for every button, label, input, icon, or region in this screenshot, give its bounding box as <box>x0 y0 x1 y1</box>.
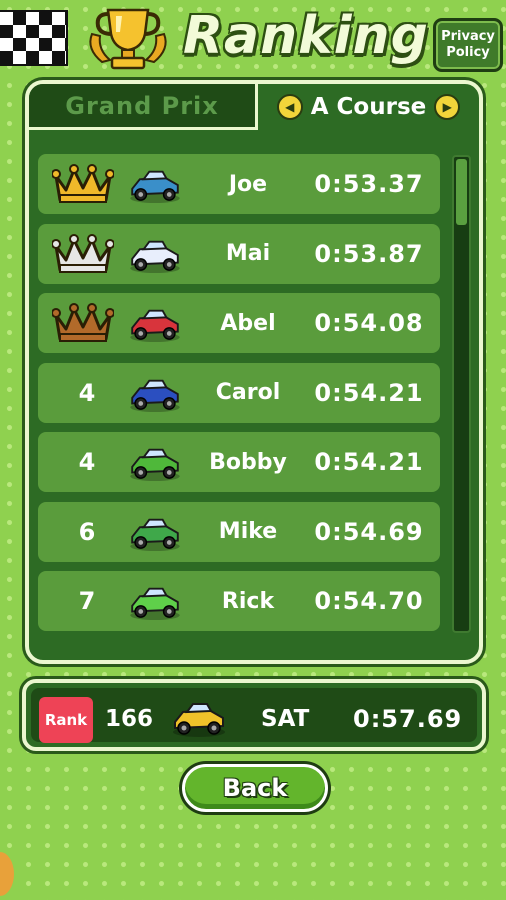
back-button[interactable]: Back <box>182 764 328 812</box>
rank-number: 6 <box>78 517 96 546</box>
privacy-label-line1: Privacy <box>441 29 495 44</box>
yellow-buggy-icon <box>173 703 225 737</box>
corner-button[interactable] <box>0 852 14 896</box>
green-buggy-icon <box>130 518 180 551</box>
privacy-label-line2: Policy <box>446 45 490 60</box>
green-racer-icon <box>130 587 180 621</box>
race-time: 0:54.08 <box>314 309 424 337</box>
green-buggy-icon <box>130 448 180 482</box>
racer-name: Mai <box>225 241 271 266</box>
scrollbar-thumb[interactable] <box>456 159 467 225</box>
ranking-row: 4 Bobby 0:54.21 <box>38 432 440 492</box>
rank-number: 4 <box>78 378 96 407</box>
ranking-panel: Grand Prix ◀ A Course ▶ Joe 0:53.37 Mai 0:5… <box>25 80 483 664</box>
tab-course[interactable]: ◀ A Course ▶ <box>258 84 479 130</box>
racer-name: Mike <box>218 519 278 544</box>
player-name: SAT <box>261 706 310 732</box>
racer-name: Bobby <box>209 449 287 475</box>
rank-number: 4 <box>78 448 96 476</box>
race-time: 0:53.87 <box>314 239 424 268</box>
silver-crown-icon <box>51 232 115 276</box>
race-time: 0:53.37 <box>314 170 424 198</box>
course-label: A Course <box>310 94 427 120</box>
ranking-row: 7 Rick 0:54.70 <box>38 571 440 631</box>
race-time: 0:54.21 <box>314 378 424 407</box>
player-rank-panel: Rank 166 SAT 0:57.69 <box>22 679 486 751</box>
bronze-crown-icon <box>51 301 115 345</box>
gold-crown-icon <box>51 162 115 206</box>
racer-name: Carol <box>215 380 281 405</box>
racer-name: Abel <box>220 310 276 336</box>
ranking-row: 4 Carol 0:54.21 <box>38 362 440 423</box>
blue-sports-car-icon <box>130 379 180 412</box>
ranking-row: 6 Mike 0:54.69 <box>38 501 440 562</box>
player-time: 0:57.69 <box>353 705 463 733</box>
privacy-policy-button[interactable]: Privacy Policy <box>433 18 503 72</box>
race-time: 0:54.70 <box>314 587 424 615</box>
page-title: Ranking <box>183 6 429 66</box>
trophy-icon <box>89 8 167 70</box>
tab-grand-prix[interactable]: Grand Prix <box>29 84 258 130</box>
racer-name: Joe <box>228 171 268 197</box>
ranking-row: Mai 0:53.87 <box>38 223 440 284</box>
rank-badge: Rank <box>39 697 93 743</box>
scrollbar[interactable] <box>452 155 471 633</box>
rank-number: 7 <box>78 587 96 615</box>
racer-name: Rick <box>221 588 275 614</box>
left-triangle-icon[interactable]: ◀ <box>276 94 303 120</box>
race-time: 0:54.21 <box>314 448 424 476</box>
red-buggy-icon <box>130 309 180 343</box>
player-rank: 166 <box>105 706 154 732</box>
ranking-row: Abel 0:54.08 <box>38 293 440 353</box>
right-triangle-icon[interactable]: ▶ <box>434 94 461 120</box>
ranking-row: Joe 0:53.37 <box>38 154 440 214</box>
checkered-flag-icon <box>0 10 68 66</box>
race-time: 0:54.69 <box>314 517 424 546</box>
white-racer-icon <box>130 240 180 273</box>
blue-monster-truck-icon <box>130 170 180 204</box>
